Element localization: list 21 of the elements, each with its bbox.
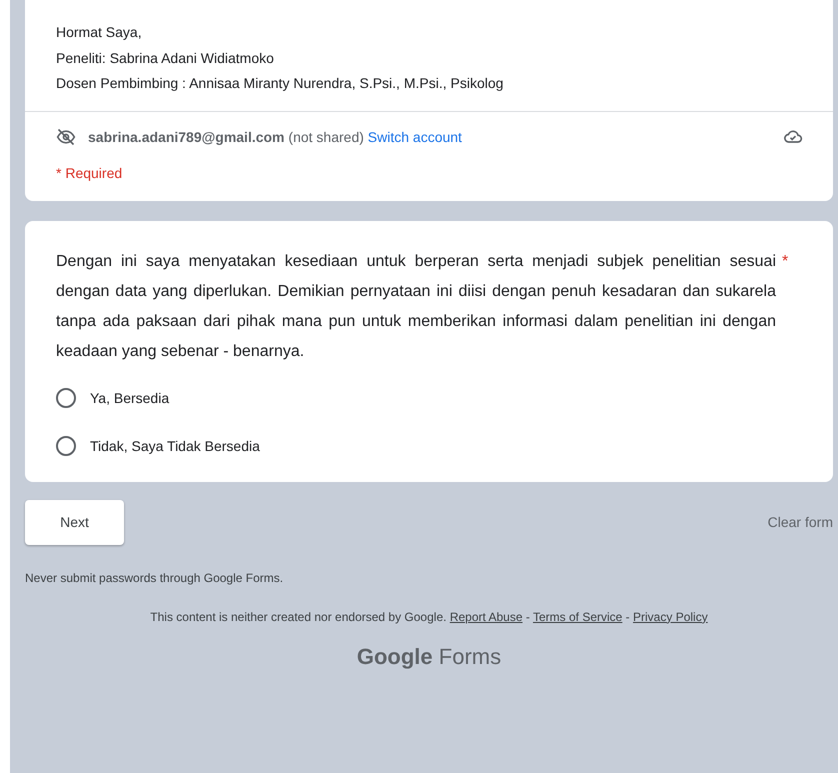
footer-link[interactable]: Terms of Service — [532, 610, 622, 624]
radio-option[interactable]: Tidak, Saya Tidak Bersedia — [56, 436, 803, 456]
description-line: Dosen Pembimbing : Annisaa Miranty Nurendra, S.Psi., M.Psi., Psikolog — [56, 74, 504, 93]
required-mark: * — [782, 252, 788, 272]
required-note: * Required — [55, 164, 124, 183]
forms-logo: Google Forms — [356, 644, 502, 670]
footer-link[interactable]: Report Abuse — [450, 610, 523, 624]
radio-circle[interactable] — [56, 436, 76, 456]
question-text: Dengan ini saya menyatakan kesediaan untuk berperan serta menjadi subjek penelitian sesuai dengan data yang diperlukan. Demikian pernyataan ini diisi dengan penuh kesadaran dan sukarela tanpa ada paksaan dari pihak mana pun untuk memberikan informasi dalam penelitian ini dengan keadaan yang sebenar - benarnya. — [56, 252, 776, 362]
hidden-eye-icon — [56, 126, 76, 146]
description-line: Peneliti: Sabrina Adani Widiatmoko — [56, 48, 275, 68]
password-warning: Never submit passwords through Google Forms. — [25, 570, 284, 585]
radio-option[interactable]: Ya, Bersedia — [56, 388, 803, 408]
description-line: Hormat Saya, — [56, 23, 143, 42]
next-button[interactable]: Next — [25, 500, 124, 545]
account-info: sabrina.adani789@gmail.com (not shared) Switch account — [88, 128, 463, 144]
footer-link[interactable]: Privacy Policy — [633, 610, 708, 624]
radio-circle[interactable] — [56, 388, 76, 408]
clear-form-button[interactable]: Clear form — [768, 514, 833, 530]
disclaimer-text: This content is neither created nor endorsed by Google. Report Abuse - Terms of Service - Privacy Policy — [149, 610, 709, 624]
switch-account-link[interactable]: Switch account — [368, 128, 462, 144]
